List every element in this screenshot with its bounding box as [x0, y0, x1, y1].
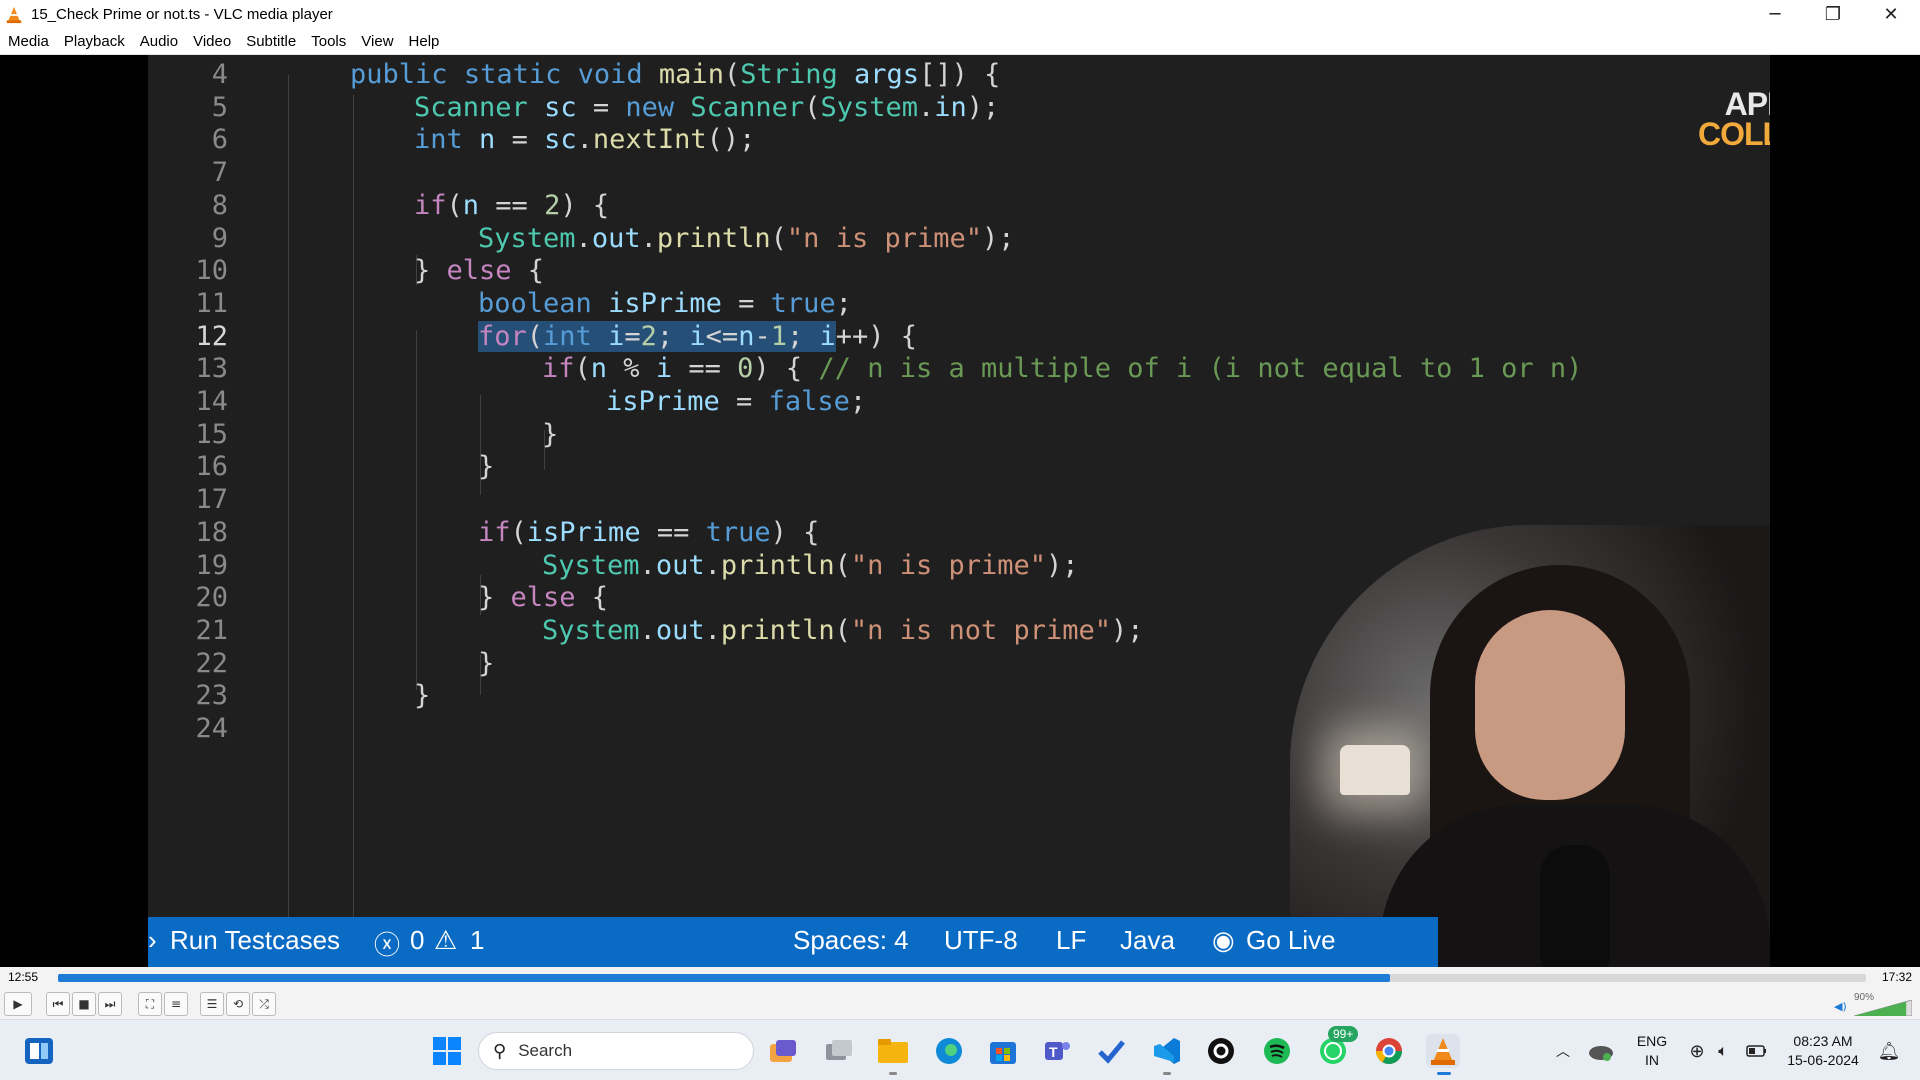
menu-video[interactable]: Video	[193, 33, 231, 50]
running-indicator	[1163, 1072, 1171, 1075]
volume-icon[interactable]: 🔈︎	[1706, 1034, 1740, 1068]
chrome-icon[interactable]	[1372, 1034, 1406, 1068]
menu-bar: Media Playback Audio Video Subtitle Tool…	[0, 29, 1920, 55]
extended-settings-icon[interactable]: ≡	[164, 992, 188, 1016]
menu-media[interactable]: Media	[8, 33, 49, 50]
stop-icon[interactable]: ■	[72, 992, 96, 1016]
active-indicator	[1437, 1072, 1451, 1075]
microphone-image	[1540, 845, 1610, 967]
seek-bar[interactable]	[58, 974, 1866, 982]
seek-row: 12:55 17:32	[0, 967, 1920, 989]
svg-text:T: T	[1049, 1044, 1058, 1060]
volume-control[interactable]: ◀) 90%	[1834, 992, 1914, 1016]
menu-help[interactable]: Help	[409, 33, 440, 50]
menu-playback[interactable]: Playback	[64, 33, 125, 50]
lang-line1: ENG	[1636, 1033, 1668, 1049]
encoding-label: UTF-8	[944, 925, 1018, 955]
vlc-icon	[6, 6, 22, 23]
run-testcases-label: Run Testcases	[170, 925, 341, 955]
menu-tools[interactable]: Tools	[311, 33, 346, 50]
editor-statusbar: › Run Testcases ⓧ 0 ⚠ 1 Spaces: 4 UTF-8 …	[148, 917, 1438, 967]
line-number: 24	[195, 713, 228, 744]
start-icon[interactable]	[430, 1034, 464, 1068]
warning-count: 1	[470, 925, 485, 955]
shuffle-icon[interactable]: ⤮	[252, 992, 276, 1016]
windows-taskbar: ⚲ Search T 99+ ︿ ENG IN ⊕ 🔈︎ 08:23 AM 15…	[0, 1019, 1920, 1080]
play-button[interactable]: ▶	[4, 992, 32, 1016]
playlist-icon[interactable]: ☰	[200, 992, 224, 1016]
store-icon[interactable]	[986, 1034, 1020, 1068]
lamp-image	[1340, 745, 1410, 795]
search-icon: ⚲	[493, 1040, 507, 1062]
player-controls: ▶ ⏮ ■ ⏭ ⛶ ≡ ☰ ⟲ ⤮ ◀) 90%	[0, 989, 1920, 1019]
whatsapp-badge: 99+	[1328, 1026, 1359, 1042]
restore-button[interactable]: ❐	[1804, 0, 1862, 29]
clock[interactable]: 08:23 AM 15-06-2024	[1780, 1032, 1866, 1070]
lang-line2: IN	[1645, 1052, 1659, 1068]
video-surface[interactable]: 4 public static void main(String args[]) …	[0, 55, 1920, 967]
task-view-icon[interactable]	[822, 1034, 856, 1068]
spotify-icon[interactable]	[1260, 1034, 1294, 1068]
chevron-up-icon[interactable]: ︿	[1546, 1034, 1580, 1068]
previous-icon[interactable]: ⏮	[46, 992, 70, 1016]
teams-icon[interactable]: T	[1040, 1034, 1074, 1068]
menu-subtitle[interactable]: Subtitle	[246, 33, 296, 50]
file-explorer-icon[interactable]	[876, 1034, 910, 1068]
taskbar-search[interactable]: ⚲ Search	[478, 1032, 754, 1070]
clock-date: 15-06-2024	[1787, 1052, 1859, 1068]
broadcast-icon: ◉	[1212, 925, 1235, 955]
loop-icon[interactable]: ⟲	[226, 992, 250, 1016]
elapsed-time: 12:55	[8, 970, 39, 984]
minimize-button[interactable]: ─	[1746, 0, 1804, 29]
clock-time: 08:23 AM	[1793, 1033, 1853, 1049]
menu-audio[interactable]: Audio	[140, 33, 178, 50]
speaker-icon: ◀)	[1834, 1000, 1847, 1013]
volume-slider[interactable]	[1854, 1000, 1912, 1016]
todo-icon[interactable]	[1094, 1034, 1128, 1068]
search-label: Search	[518, 1041, 573, 1060]
error-count: 0	[410, 925, 425, 955]
battery-icon[interactable]	[1740, 1034, 1774, 1068]
warning-icon: ⚠	[434, 925, 458, 955]
spaces-label: Spaces: 4	[793, 925, 909, 955]
language-label: Java	[1120, 925, 1175, 955]
running-indicator	[889, 1072, 897, 1075]
language-indicator[interactable]: ENG IN	[1632, 1032, 1672, 1070]
presenter-face	[1475, 610, 1625, 800]
notification-bell-icon[interactable]: 🔔︎	[1872, 1034, 1906, 1068]
copilot-icon[interactable]	[766, 1034, 800, 1068]
next-icon[interactable]: ⏭	[98, 992, 122, 1016]
seek-progress	[58, 974, 1390, 982]
threads-icon[interactable]	[1204, 1034, 1238, 1068]
apna-college-logo: APNA COLLEGE	[1698, 86, 1770, 152]
go-live-label: Go Live	[1246, 925, 1336, 955]
widgets-icon[interactable]	[22, 1034, 56, 1068]
close-button[interactable]: ✕	[1862, 0, 1920, 29]
onedrive-icon[interactable]	[1584, 1034, 1618, 1068]
error-icon: ⓧ	[374, 930, 401, 960]
menu-view[interactable]: View	[361, 33, 393, 50]
title-bar: 15_Check Prime or not.ts - VLC media pla…	[0, 0, 1920, 29]
eol-label: LF	[1056, 925, 1087, 955]
chevron-right-icon: ›	[148, 925, 157, 955]
total-time: 17:32	[1881, 970, 1912, 984]
edge-icon[interactable]	[932, 1034, 966, 1068]
vlc-taskbar-icon[interactable]	[1426, 1034, 1460, 1068]
vscode-icon[interactable]	[1150, 1034, 1184, 1068]
window-title: 15_Check Prime or not.ts - VLC media pla…	[31, 6, 333, 23]
fullscreen-icon[interactable]: ⛶	[138, 992, 162, 1016]
